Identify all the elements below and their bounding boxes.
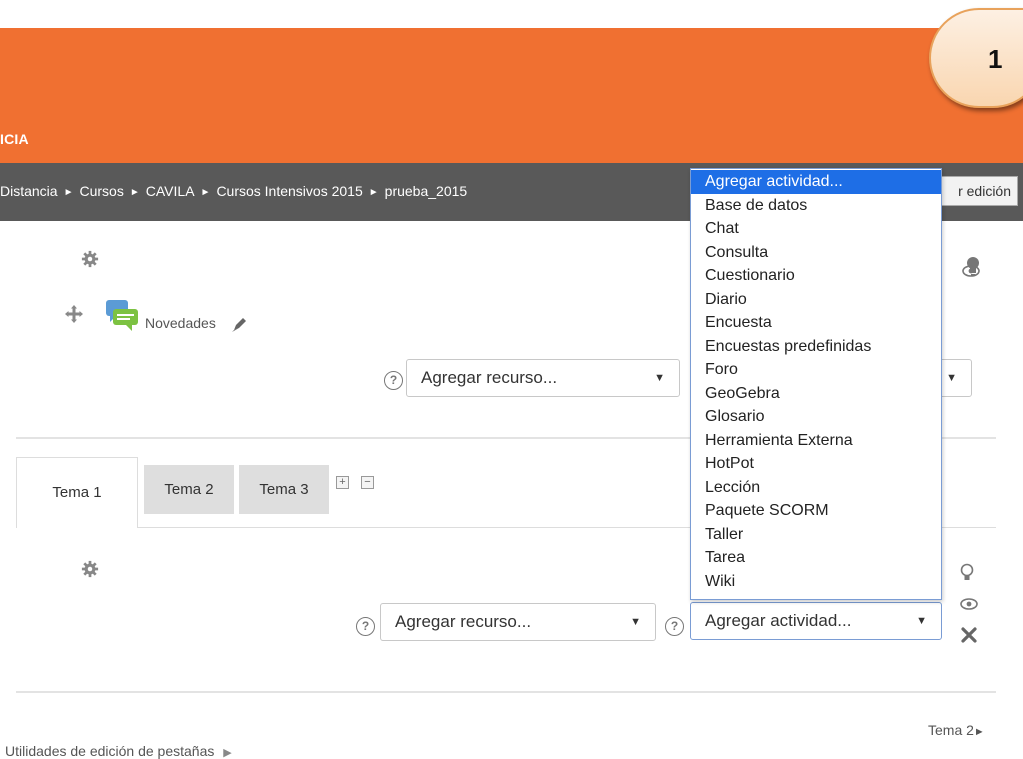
activity-option[interactable]: Chat <box>691 217 941 241</box>
activity-option[interactable]: HotPot <box>691 452 941 476</box>
breadcrumb-item[interactable]: prueba_2015 <box>385 183 468 199</box>
chevron-down-icon: ▼ <box>916 615 927 627</box>
breadcrumb-separator-icon: ► <box>200 187 211 198</box>
activity-option[interactable]: Cuestionario <box>691 264 941 288</box>
chevron-down-icon: ▼ <box>946 372 957 384</box>
section-divider <box>16 691 996 693</box>
breadcrumb-separator-icon: ► <box>368 187 379 198</box>
breadcrumb-item[interactable]: Distancia <box>0 183 58 199</box>
tab-tema-3[interactable]: Tema 3 <box>239 465 329 514</box>
add-activity-value: Agregar actividad... <box>705 611 852 630</box>
delete-icon[interactable] <box>960 626 978 644</box>
chevron-down-icon: ▼ <box>654 372 665 384</box>
activity-option[interactable]: Paquete SCORM <box>691 499 941 523</box>
site-name[interactable]: ICIA <box>0 131 29 147</box>
activity-option[interactable]: Agregar actividad... <box>691 170 941 194</box>
lightbulb-icon[interactable] <box>960 563 974 583</box>
help-icon[interactable]: ? <box>665 617 684 636</box>
step-callout <box>929 8 1023 108</box>
forum-link[interactable]: Novedades <box>145 315 216 331</box>
help-icon[interactable]: ? <box>384 371 403 390</box>
add-activity-select[interactable]: Agregar actividad... ▼ <box>690 602 942 640</box>
activity-option[interactable]: Foro <box>691 358 941 382</box>
eye-icon[interactable] <box>960 598 978 610</box>
eye-icon[interactable] <box>962 265 980 277</box>
activity-option[interactable]: Taller <box>691 523 941 547</box>
activity-option[interactable]: Tarea <box>691 546 941 570</box>
breadcrumb-item[interactable]: Cursos Intensivos 2015 <box>216 183 362 199</box>
activity-option[interactable]: GeoGebra <box>691 382 941 406</box>
breadcrumb-item[interactable]: Cursos <box>80 183 124 199</box>
add-resource-value: Agregar recurso... <box>421 368 558 387</box>
breadcrumb-separator-icon: ► <box>63 187 74 198</box>
add-resource-value: Agregar recurso... <box>395 612 532 631</box>
forum-icon[interactable] <box>104 298 140 332</box>
gear-icon[interactable] <box>81 250 99 268</box>
activity-option[interactable]: Encuesta <box>691 311 941 335</box>
add-tab-icon[interactable]: + <box>336 476 349 489</box>
activity-dropdown-list[interactable]: Agregar actividad... Base de datos Chat Con… <box>690 168 942 600</box>
breadcrumb-separator-icon: ► <box>129 187 140 198</box>
breadcrumb: Distancia ► Cursos ► CAVILA ► Cursos Intensivo… <box>0 183 467 199</box>
tab-tema-1[interactable]: Tema 1 <box>16 457 138 528</box>
chevron-down-icon: ▼ <box>630 616 641 628</box>
activity-option[interactable]: Glosario <box>691 405 941 429</box>
next-section-label: Tema 2 <box>928 722 974 738</box>
gear-icon[interactable] <box>81 560 99 578</box>
remove-tab-icon[interactable]: − <box>361 476 374 489</box>
breadcrumb-item[interactable]: CAVILA <box>146 183 195 199</box>
activity-option[interactable]: Diario <box>691 288 941 312</box>
toggle-editing-button[interactable]: r edición <box>938 176 1018 206</box>
move-icon[interactable] <box>65 305 83 323</box>
tab-tema-2[interactable]: Tema 2 <box>144 465 234 514</box>
activity-option[interactable]: Herramienta Externa <box>691 429 941 453</box>
activity-option[interactable]: Encuestas predefinidas <box>691 335 941 359</box>
pencil-icon[interactable] <box>231 317 247 333</box>
next-section-link[interactable]: Tema 2► <box>928 722 985 738</box>
caret-right-icon: ▶ <box>223 747 232 759</box>
step-number: 1 <box>988 44 1003 74</box>
activity-option[interactable]: Consulta <box>691 241 941 265</box>
help-icon[interactable]: ? <box>356 617 375 636</box>
activity-option[interactable]: Wiki <box>691 570 941 594</box>
activity-option[interactable]: Lección <box>691 476 941 500</box>
activity-option[interactable]: Base de datos <box>691 194 941 218</box>
add-resource-select[interactable]: Agregar recurso... ▼ <box>380 603 656 641</box>
site-header <box>0 28 1023 163</box>
add-resource-select[interactable]: Agregar recurso... ▼ <box>406 359 680 397</box>
arrow-right-icon: ► <box>973 726 985 738</box>
